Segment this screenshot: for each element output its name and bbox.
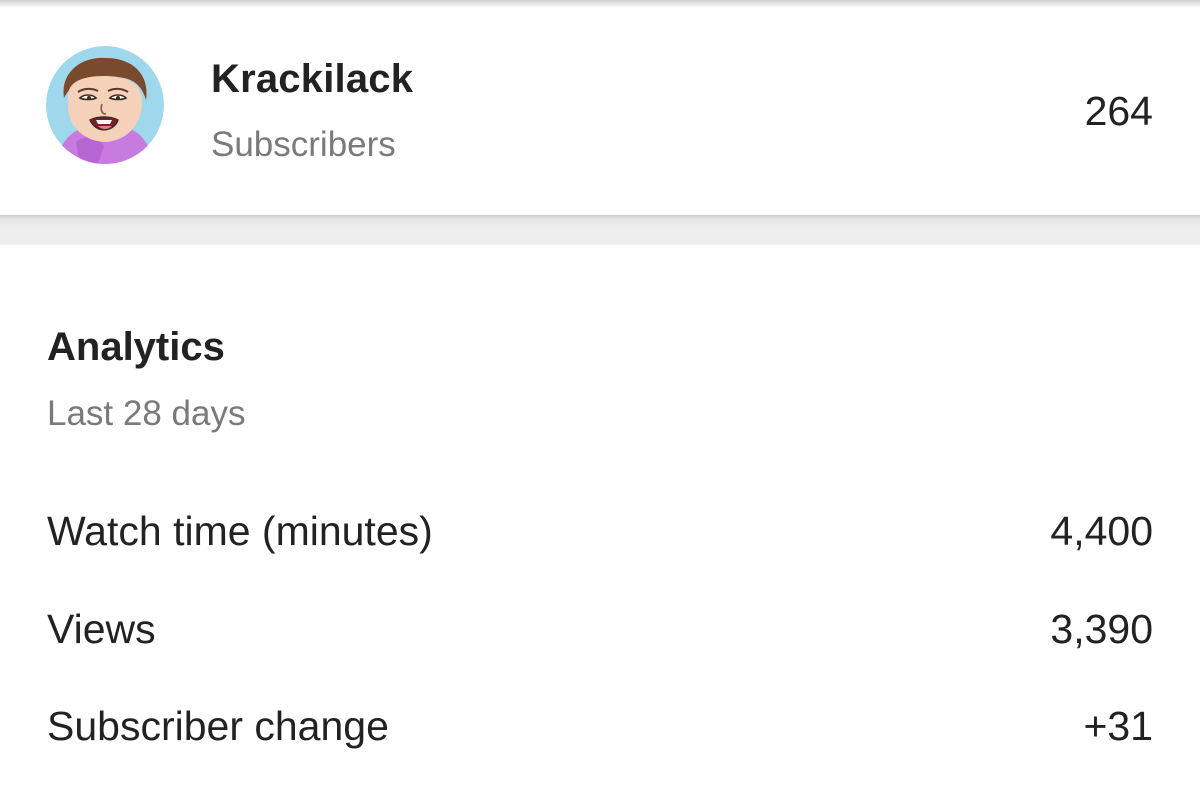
- metric-label: Watch time (minutes): [47, 508, 433, 554]
- metric-row-watch-time[interactable]: Watch time (minutes) 4,400: [47, 508, 1153, 568]
- analytics-title: Analytics: [47, 325, 225, 369]
- top-shadow: [0, 0, 1200, 8]
- avatar-cartoon-face-icon: [46, 46, 164, 164]
- metric-label: Views: [47, 606, 156, 652]
- analytics-section[interactable]: Analytics Last 28 days Watch time (minut…: [0, 245, 1200, 803]
- metric-label: Subscriber change: [47, 703, 389, 749]
- metric-value: 4,400: [1050, 508, 1153, 554]
- subscribers-count: 264: [1084, 88, 1153, 134]
- section-divider: [0, 215, 1200, 245]
- metric-row-subscriber-change[interactable]: Subscriber change +31: [47, 703, 1153, 763]
- metric-value: 3,390: [1050, 606, 1153, 652]
- analytics-period: Last 28 days: [47, 394, 246, 433]
- channel-card[interactable]: Krackilack Subscribers 264: [0, 8, 1200, 215]
- channel-avatar[interactable]: [46, 46, 164, 164]
- subscribers-label: Subscribers: [211, 125, 396, 164]
- channel-name[interactable]: Krackilack: [211, 57, 413, 102]
- metric-row-views[interactable]: Views 3,390: [47, 606, 1153, 666]
- metric-value: +31: [1083, 703, 1153, 749]
